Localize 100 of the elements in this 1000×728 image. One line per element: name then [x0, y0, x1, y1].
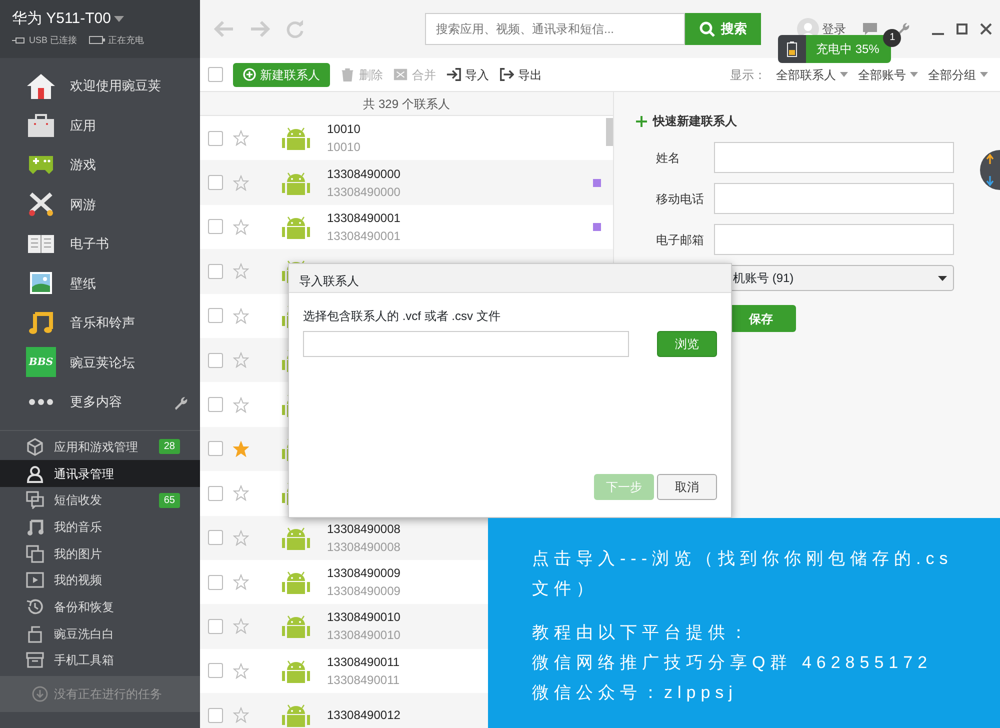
charging-battery-icon [787, 41, 797, 57]
filter-dropdown[interactable]: 全部账号 [858, 66, 918, 84]
task-status: 没有正在进行的任务 [54, 686, 162, 703]
nav-item[interactable]: 欢迎使用豌豆荚 [0, 66, 200, 106]
filter-dropdown[interactable]: 全部分组 [928, 66, 988, 84]
star-icon[interactable] [233, 485, 249, 502]
nav-item[interactable]: 游戏 [0, 145, 200, 184]
field-label: 姓名 [655, 150, 681, 166]
input-field[interactable] [714, 142, 954, 173]
sidebar-item[interactable]: 通讯录管理 [0, 460, 200, 487]
more-icon [28, 398, 54, 406]
input-field[interactable] [714, 224, 954, 255]
checkbox[interactable] [208, 308, 223, 324]
caret-icon [114, 16, 124, 22]
checkbox[interactable] [208, 264, 223, 279]
android-robot-icon [281, 170, 311, 195]
contact-name: 13308490012 [327, 707, 400, 724]
checkbox[interactable] [208, 574, 223, 590]
star-icon[interactable] [233, 308, 249, 324]
contact-number: 13308490001 [327, 228, 400, 245]
cancel-button[interactable]: 取消 [657, 474, 717, 500]
nav-item[interactable]: 更多内容 [0, 382, 200, 422]
star-icon[interactable] [233, 218, 249, 235]
export-icon [499, 67, 514, 82]
count-badge: 65 [158, 492, 180, 508]
checkbox[interactable] [208, 397, 223, 412]
landscape-picture-icon [29, 271, 53, 296]
android-robot-icon [281, 570, 311, 594]
contact-count: 共 329 个联系人 [200, 92, 613, 116]
count-badge: 28 [158, 439, 180, 454]
sidebar-item[interactable]: 应用和游戏管理 28 [0, 434, 200, 460]
star-icon[interactable] [233, 707, 249, 724]
cube-icon [26, 438, 44, 456]
plus-icon [636, 116, 647, 126]
sidebar-item[interactable]: 短信收发 65 [0, 486, 200, 514]
star-icon[interactable] [233, 396, 249, 413]
android-robot-icon [281, 214, 311, 239]
input-field[interactable] [714, 183, 954, 214]
select-all-checkbox[interactable] [208, 67, 223, 82]
nav-item[interactable]: 电子书 [0, 224, 200, 264]
sidebar-item[interactable]: 豌豆洗白白 [0, 620, 200, 647]
star-icon[interactable] [233, 263, 249, 280]
file-path-field[interactable] [303, 331, 630, 357]
sidebar-item[interactable]: 我的音乐 [0, 514, 200, 540]
star-icon[interactable] [233, 174, 249, 191]
minimize-icon [932, 33, 944, 35]
filter-label: 显示： [730, 66, 766, 84]
close-icon [980, 23, 992, 35]
filter-dropdown[interactable]: 全部联系人 [776, 66, 848, 84]
search-field[interactable]: 搜索应用、视频、通讯录和短信... [425, 13, 685, 45]
scrollbar-thumb[interactable] [606, 118, 613, 146]
toolbar-button[interactable]: 导出 [499, 66, 542, 84]
star-icon[interactable] [233, 352, 249, 368]
toolbox-icon [26, 651, 44, 670]
checkbox[interactable] [208, 618, 223, 634]
contact-name: 13308490001 [327, 210, 400, 227]
checkbox[interactable] [208, 175, 223, 190]
star-icon[interactable] [233, 530, 249, 546]
android-robot-icon [281, 126, 311, 150]
sidebar-item[interactable]: 备份和恢复 [0, 594, 200, 620]
android-robot-icon [281, 526, 311, 550]
checkbox[interactable] [208, 663, 223, 678]
login-link[interactable]: 登录 [822, 20, 846, 38]
wrench-icon [172, 394, 188, 411]
charging-status: 正在充电 [108, 34, 144, 46]
android-robot-icon [281, 658, 311, 683]
checkbox[interactable] [208, 530, 223, 546]
checkbox[interactable] [208, 352, 223, 368]
star-icon[interactable] [233, 130, 249, 146]
nav-item[interactable]: BBS 豌豆荚论坛 [0, 342, 200, 382]
sidebar-item[interactable]: 我的视频 [0, 566, 200, 594]
nav-item[interactable]: 网游 [0, 184, 200, 224]
checkbox[interactable] [208, 441, 223, 456]
music-note-icon [28, 310, 54, 336]
history-icon [26, 598, 44, 616]
video-play-icon [26, 571, 44, 590]
music-note-icon [26, 518, 44, 536]
nav-item[interactable]: 壁纸 [0, 264, 200, 303]
contact-name: 13308490011 [327, 654, 400, 671]
nav-item[interactable]: 音乐和铃声 [0, 303, 200, 342]
quick-add-title: 快速新建联系人 [653, 113, 737, 130]
star-icon[interactable] [233, 574, 249, 590]
forward-icon [250, 20, 270, 38]
sidebar-item[interactable]: 我的图片 [0, 540, 200, 567]
star-icon[interactable] [233, 440, 249, 457]
trash-icon [340, 67, 355, 82]
annotation-text: 教程由以下平台提供： [532, 622, 753, 644]
contact-number: 13308490009 [327, 583, 400, 600]
toolbar-button[interactable]: 导入 [446, 66, 489, 84]
checkbox[interactable] [208, 130, 223, 146]
checkbox[interactable] [208, 486, 223, 501]
field-label: 移动电话 [655, 190, 705, 208]
checkbox[interactable] [208, 708, 223, 723]
star-icon[interactable] [233, 662, 249, 679]
sidebar-item[interactable]: 手机工具箱 [0, 647, 200, 674]
star-icon[interactable] [233, 618, 249, 634]
nav-item[interactable]: 应用 [0, 106, 200, 145]
caret-icon [910, 72, 918, 77]
annotation-text: 文件） [532, 578, 599, 600]
checkbox[interactable] [208, 219, 223, 234]
